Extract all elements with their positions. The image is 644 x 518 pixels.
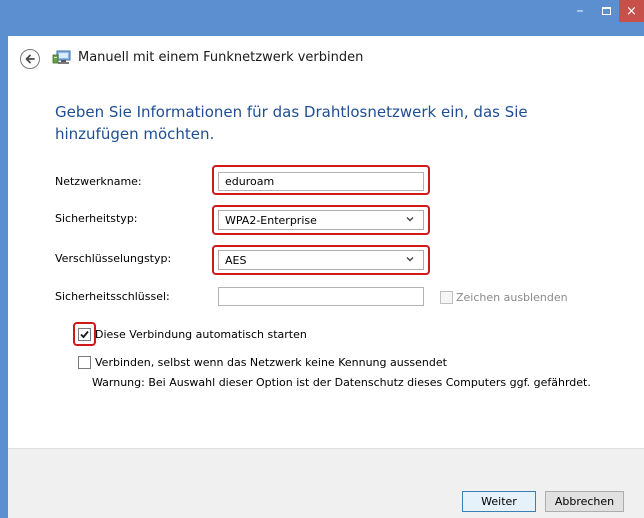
connect-hidden-checkbox[interactable] (78, 356, 91, 369)
encryption-type-highlight (212, 245, 430, 275)
security-key-label: Sicherheitsschlüssel: (55, 290, 170, 303)
close-button[interactable]: × (619, 0, 644, 22)
network-name-label: Netzwerkname: (55, 175, 142, 188)
privacy-warning: Warnung: Bei Auswahl dieser Option ist d… (92, 376, 591, 389)
window-title: Manuell mit einem Funknetzwerk verbinden (78, 50, 364, 65)
security-type-label: Sicherheitstyp: (55, 212, 138, 225)
page-heading: Geben Sie Informationen für das Drahtlos… (55, 103, 528, 143)
minimize-button[interactable]: – (567, 0, 593, 22)
hide-characters-checkbox[interactable] (440, 291, 453, 304)
wireless-network-icon (52, 50, 71, 64)
cancel-button[interactable]: Abbrechen (545, 491, 624, 512)
title-bar[interactable]: – × (0, 0, 644, 36)
back-button[interactable] (20, 49, 40, 69)
encryption-type-label: Verschlüsselungstyp: (55, 252, 172, 265)
next-button[interactable]: Weiter (462, 491, 536, 512)
security-type-highlight (212, 205, 430, 235)
auto-start-label: Diese Verbindung automatisch starten (95, 328, 307, 341)
security-key-input[interactable] (218, 287, 424, 306)
close-icon: × (626, 3, 637, 19)
connect-hidden-label: Verbinden, selbst wenn das Netzwerk kein… (95, 356, 447, 369)
maximize-button[interactable] (593, 0, 619, 22)
auto-start-highlight (73, 322, 96, 346)
hide-characters-label: Zeichen ausblenden (456, 291, 568, 304)
minimize-icon: – (576, 3, 584, 19)
network-name-highlight (212, 165, 430, 195)
back-arrow-icon (25, 54, 35, 64)
maximize-icon (601, 7, 611, 15)
